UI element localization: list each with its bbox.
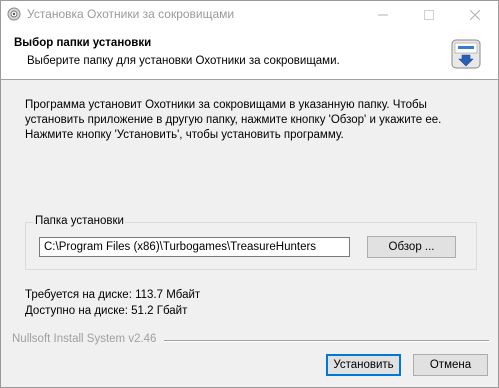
cancel-button[interactable]: Отмена (413, 354, 488, 376)
install-button[interactable]: Установить (326, 354, 401, 376)
space-required-text: Требуется на диске: 113.7 Мбайт (25, 289, 201, 301)
browse-button[interactable]: Обзор ... (367, 236, 456, 258)
maximize-button[interactable] (406, 1, 452, 29)
minimize-icon (378, 14, 388, 16)
install-description: Программа установит Охотники за сокровищ… (25, 99, 442, 141)
nsis-installer-logo-icon (451, 39, 481, 69)
installer-app-icon (7, 7, 21, 21)
install-folder-label: Папка установки (34, 215, 125, 227)
close-button[interactable] (452, 1, 498, 29)
nsis-branding-text: Nullsoft Install System v2.46 (12, 333, 157, 345)
page-header: Выбор папки установки Выберите папку для… (1, 29, 498, 80)
close-icon (470, 10, 480, 20)
branding-divider (164, 340, 489, 342)
install-path-input[interactable]: C:\Program Files (x86)\Turbogames\Treasu… (39, 237, 350, 257)
window-title: Установка Охотники за сокровищами (27, 7, 235, 21)
installer-window: Установка Охотники за сокровищами Выбор … (0, 0, 499, 388)
minimize-button[interactable] (360, 1, 406, 29)
title-bar: Установка Охотники за сокровищами (1, 1, 498, 29)
page-subtitle: Выберите папку для установки Охотники за… (27, 55, 340, 67)
space-available-text: Доступно на диске: 51.2 Гбайт (25, 305, 188, 317)
maximize-icon (424, 10, 434, 20)
page-title: Выбор папки установки (14, 37, 152, 49)
